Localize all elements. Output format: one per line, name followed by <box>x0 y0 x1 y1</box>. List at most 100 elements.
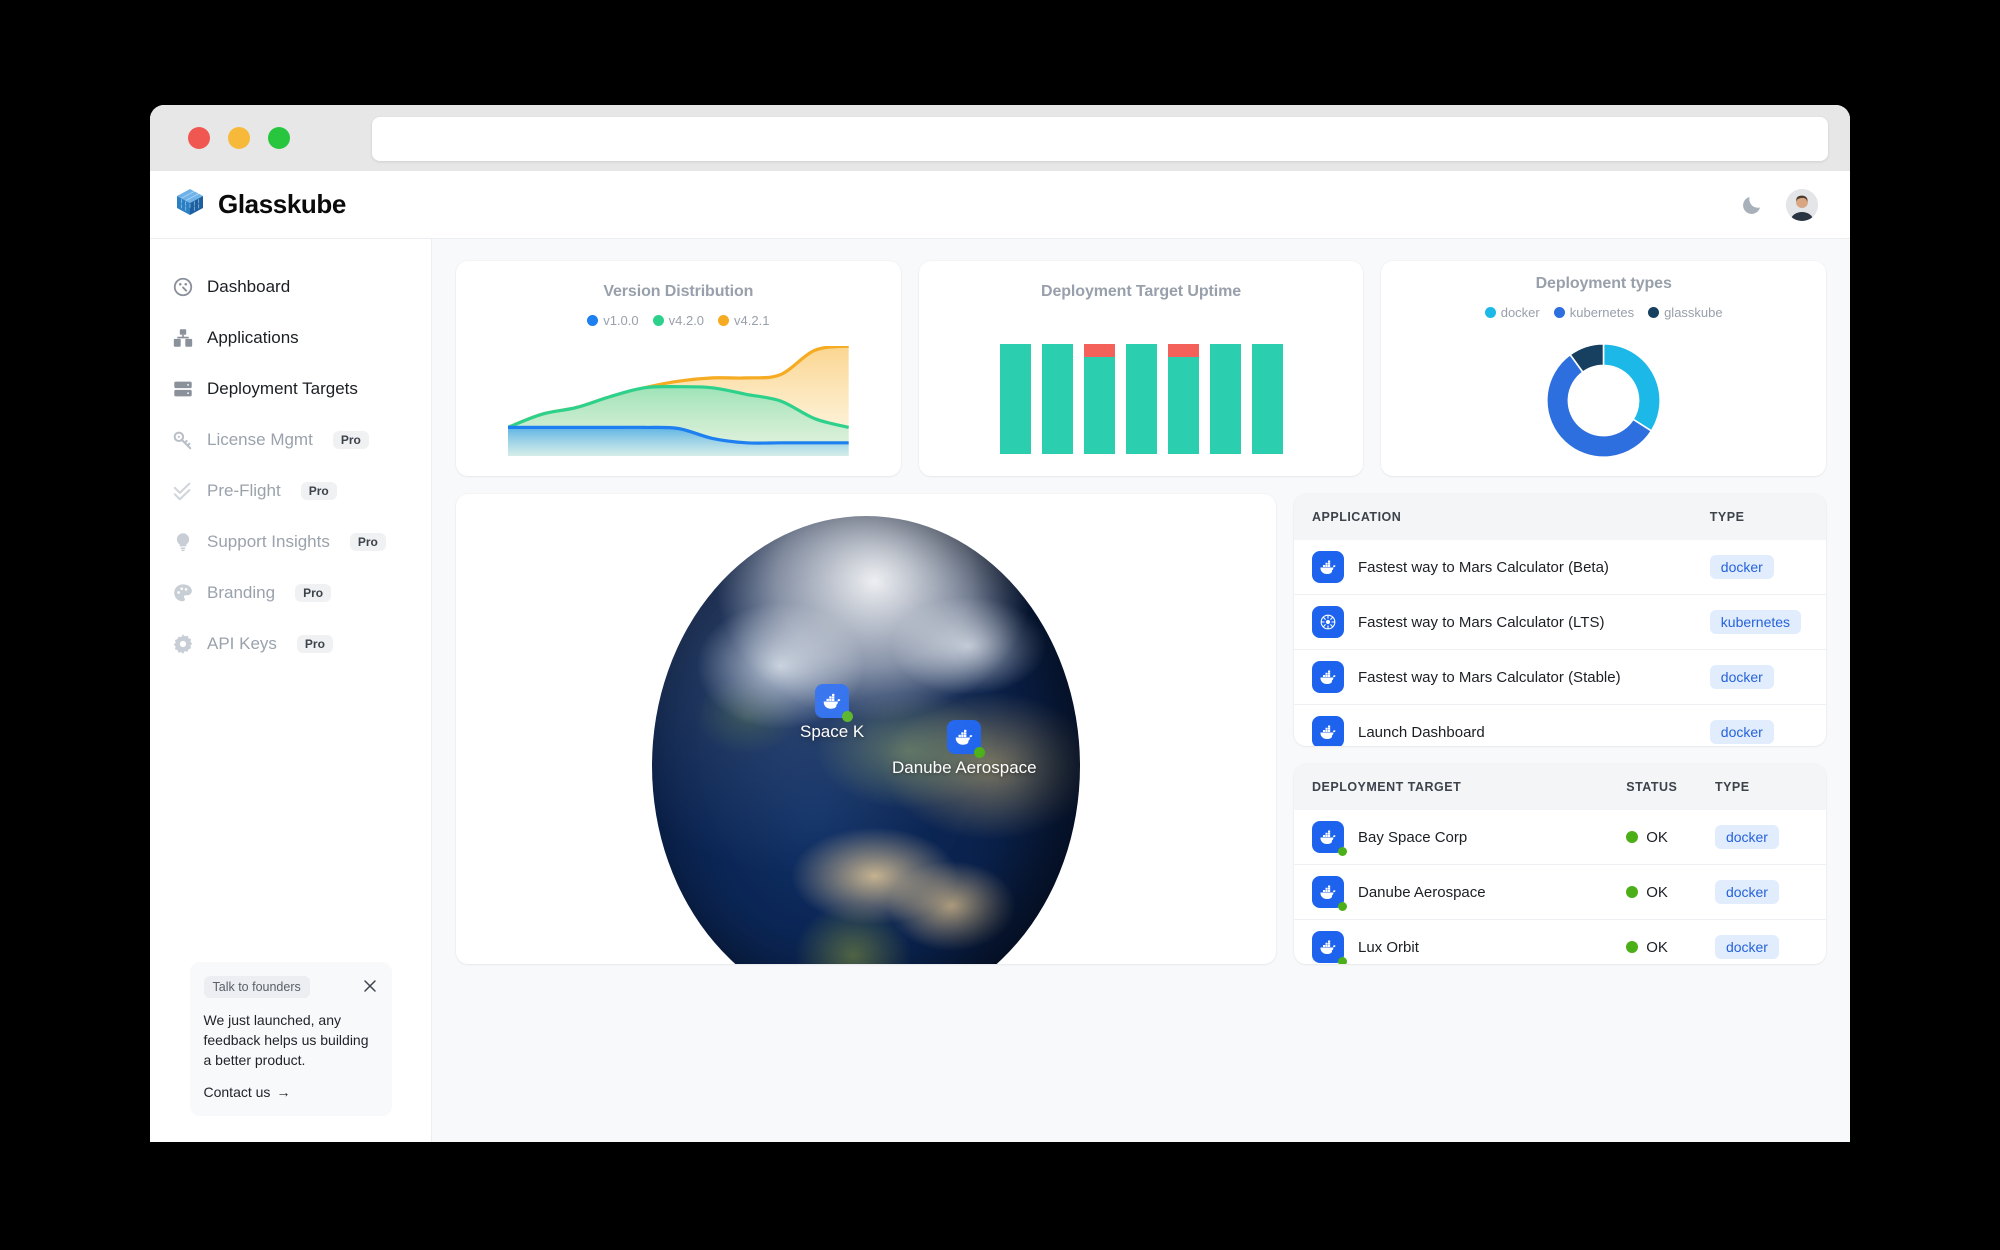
legend-swatch-icon <box>1553 307 1565 318</box>
key-icon <box>172 429 194 451</box>
uptime-segment <box>1167 357 1199 454</box>
uptime-segment <box>1125 344 1157 454</box>
deployment-target-uptime-chart: Deployment Target Uptime <box>918 261 1364 476</box>
address-bar[interactable] <box>372 117 1828 161</box>
legend-label: kubernetes <box>1569 305 1635 320</box>
uptime-segment <box>999 344 1031 454</box>
traffic-lights <box>188 127 290 149</box>
table-row[interactable]: Fastest way to Mars Calculator (LTS) kube… <box>1294 594 1826 650</box>
lower-row: Space K Danube Aerospace APPLICATION TYP… <box>456 494 1826 964</box>
legend-swatch-icon <box>652 315 664 326</box>
sidebar-item-deployment-targets[interactable]: Deployment Targets <box>150 363 431 414</box>
globe-pin[interactable]: Space K <box>800 684 864 742</box>
application-cell: Fastest way to Mars Calculator (Stable) <box>1294 649 1710 705</box>
status-cell: OK <box>1626 810 1715 865</box>
uptime-bar[interactable] <box>1125 344 1157 454</box>
contact-us-link[interactable]: Contact us → <box>204 1084 378 1100</box>
uptime-bar[interactable] <box>1083 344 1115 454</box>
legend-item[interactable]: docker <box>1484 305 1540 320</box>
close-icon[interactable] <box>362 979 378 995</box>
globe-pin-label: Danube Aerospace <box>892 758 1037 777</box>
sidebar-item-license-mgmt[interactable]: License Mgmt Pro <box>150 414 431 465</box>
table-row[interactable]: Lux Orbit OK docker <box>1294 919 1826 964</box>
deployment-targets-table: DEPLOYMENT TARGET STATUS TYPE Bay Space … <box>1294 764 1826 964</box>
sidebar-item-applications[interactable]: Applications <box>150 312 431 363</box>
application-cell: Fastest way to Mars Calculator (Beta) <box>1294 540 1710 595</box>
boxes-icon <box>172 327 194 349</box>
area-plot-area <box>508 346 849 456</box>
table-row[interactable]: Bay Space Corp OK docker <box>1294 810 1826 865</box>
table-row[interactable]: Launch Dashboard docker <box>1294 704 1826 747</box>
globe-pin-label: Space K <box>800 722 865 741</box>
docker-icon <box>1312 931 1347 964</box>
application-name: Fastest way to Mars Calculator (Beta) <box>1358 558 1609 576</box>
founders-body-text: We just launched, any feedback helps us … <box>203 1012 369 1069</box>
sidebar-item-support-insights[interactable]: Support Insights Pro <box>150 516 431 567</box>
sidebar-item-pre-flight[interactable]: Pre-Flight Pro <box>150 465 431 516</box>
deployment-target-cell: Danube Aerospace <box>1294 864 1627 920</box>
column-header-status: STATUS <box>1626 764 1715 811</box>
globe-pin[interactable]: Danube Aerospace <box>892 720 1037 778</box>
status-dot-icon <box>1626 831 1639 844</box>
status-cell: OK <box>1626 864 1715 920</box>
version-distribution-chart: Version Distribution v1.0.0 v4.2.0 v4.2.… <box>456 261 901 476</box>
type-badge: docker <box>1714 880 1779 905</box>
green-status-dot <box>1338 847 1347 857</box>
legend-label: docker <box>1500 305 1540 320</box>
uptime-bar[interactable] <box>999 344 1031 454</box>
sidebar-item-api-keys[interactable]: API Keys Pro <box>150 618 431 669</box>
sidebar-item-label: Support Insights <box>207 531 330 551</box>
applications-table: APPLICATION TYPE Fastest way to Mars Cal… <box>1294 494 1826 747</box>
application-cell: Fastest way to Mars Calculator (LTS) <box>1294 594 1710 650</box>
donut-slice[interactable] <box>1602 342 1662 432</box>
legend-item[interactable]: glasskube <box>1648 305 1723 320</box>
pro-badge: Pro <box>349 532 386 551</box>
uptime-segment <box>1209 344 1241 454</box>
sidebar-item-branding[interactable]: Branding Pro <box>150 567 431 618</box>
docker-icon <box>1312 716 1344 747</box>
sidebar-nav: Dashboard Applications Deployment Target… <box>150 257 431 669</box>
maximize-window-button[interactable] <box>268 127 290 149</box>
sidebar-item-dashboard[interactable]: Dashboard <box>150 261 431 312</box>
browser-window: Glasskube Dashboard Applications Deploym… <box>150 105 1850 1142</box>
sidebar: Dashboard Applications Deployment Target… <box>150 239 432 1142</box>
uptime-bar[interactable] <box>1167 344 1199 454</box>
table-row[interactable]: Fastest way to Mars Calculator (Stable) d… <box>1294 649 1826 705</box>
sidebar-item-label: API Keys <box>207 633 277 653</box>
moon-icon[interactable] <box>1740 193 1764 217</box>
type-badge: docker <box>1714 935 1779 960</box>
tables-column: APPLICATION TYPE Fastest way to Mars Cal… <box>1294 494 1826 964</box>
legend-item[interactable]: kubernetes <box>1553 305 1635 320</box>
minimize-window-button[interactable] <box>228 127 250 149</box>
uptime-bar[interactable] <box>1041 344 1073 454</box>
brand[interactable]: Glasskube <box>174 186 346 223</box>
docker-icon <box>1312 551 1344 583</box>
application-cell: Launch Dashboard <box>1294 704 1710 747</box>
main-content: Version Distribution v1.0.0 v4.2.0 v4.2.… <box>432 239 1850 1142</box>
chart-legend: docker kubernetes glasskube <box>1381 305 1826 320</box>
legend-item[interactable]: v4.2.0 <box>652 313 704 328</box>
table-row[interactable]: Danube Aerospace OK docker <box>1294 864 1826 920</box>
legend-item[interactable]: v1.0.0 <box>587 313 639 328</box>
docker-icon <box>815 684 854 722</box>
status-cell: OK <box>1626 919 1715 964</box>
close-window-button[interactable] <box>188 127 210 149</box>
status-dot-icon <box>1626 941 1639 954</box>
globe-card: Space K Danube Aerospace <box>456 494 1276 964</box>
type-cell: docker <box>1714 810 1826 865</box>
server-icon <box>172 378 194 400</box>
downtime-segment <box>1083 344 1115 358</box>
legend-item[interactable]: v4.2.1 <box>718 313 769 328</box>
chart-title: Deployment Target Uptime <box>1041 283 1241 300</box>
founders-tag: Talk to founders <box>203 976 310 999</box>
uptime-bar[interactable] <box>1209 344 1241 454</box>
avatar[interactable] <box>1786 188 1818 221</box>
earth-globe[interactable]: Space K Danube Aerospace <box>652 516 1080 964</box>
glasskube-cube-icon <box>174 186 206 223</box>
green-status-dot <box>1338 957 1347 964</box>
gear-icon <box>172 633 194 655</box>
table-row[interactable]: Fastest way to Mars Calculator (Beta) doc… <box>1294 540 1826 595</box>
uptime-bar[interactable] <box>1251 344 1283 454</box>
legend-label: v4.2.1 <box>734 313 770 328</box>
table-header-row: APPLICATION TYPE <box>1294 494 1826 540</box>
